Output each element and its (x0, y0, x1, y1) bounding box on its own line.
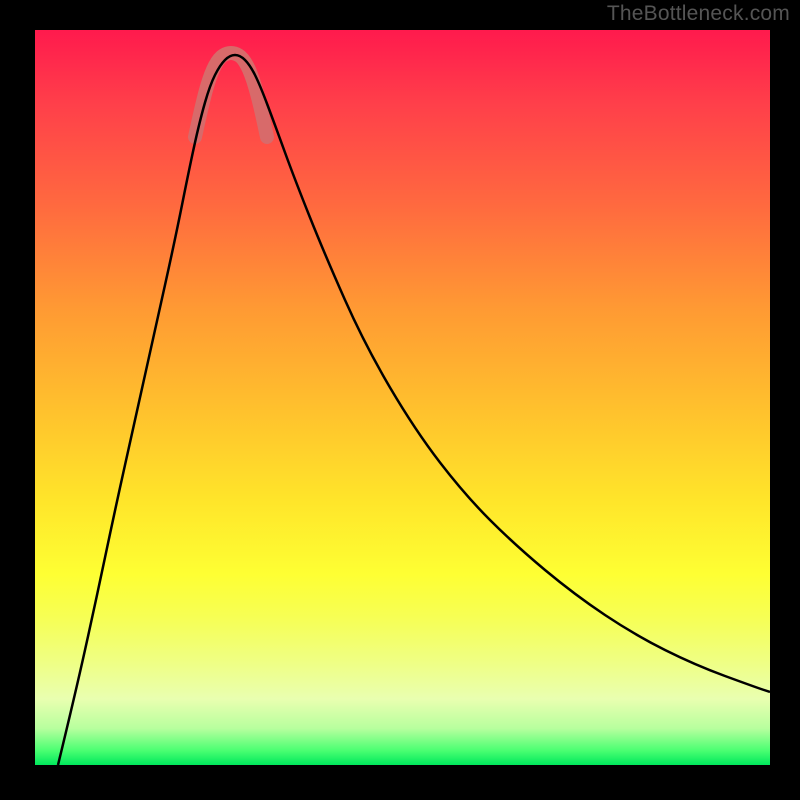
chart-frame: TheBottleneck.com (0, 0, 800, 800)
watermark-text: TheBottleneck.com (607, 2, 790, 26)
plot-area (35, 30, 770, 765)
bottleneck-curve (58, 55, 770, 765)
sweet-spot-highlight (195, 53, 267, 137)
curve-layer (35, 30, 770, 765)
